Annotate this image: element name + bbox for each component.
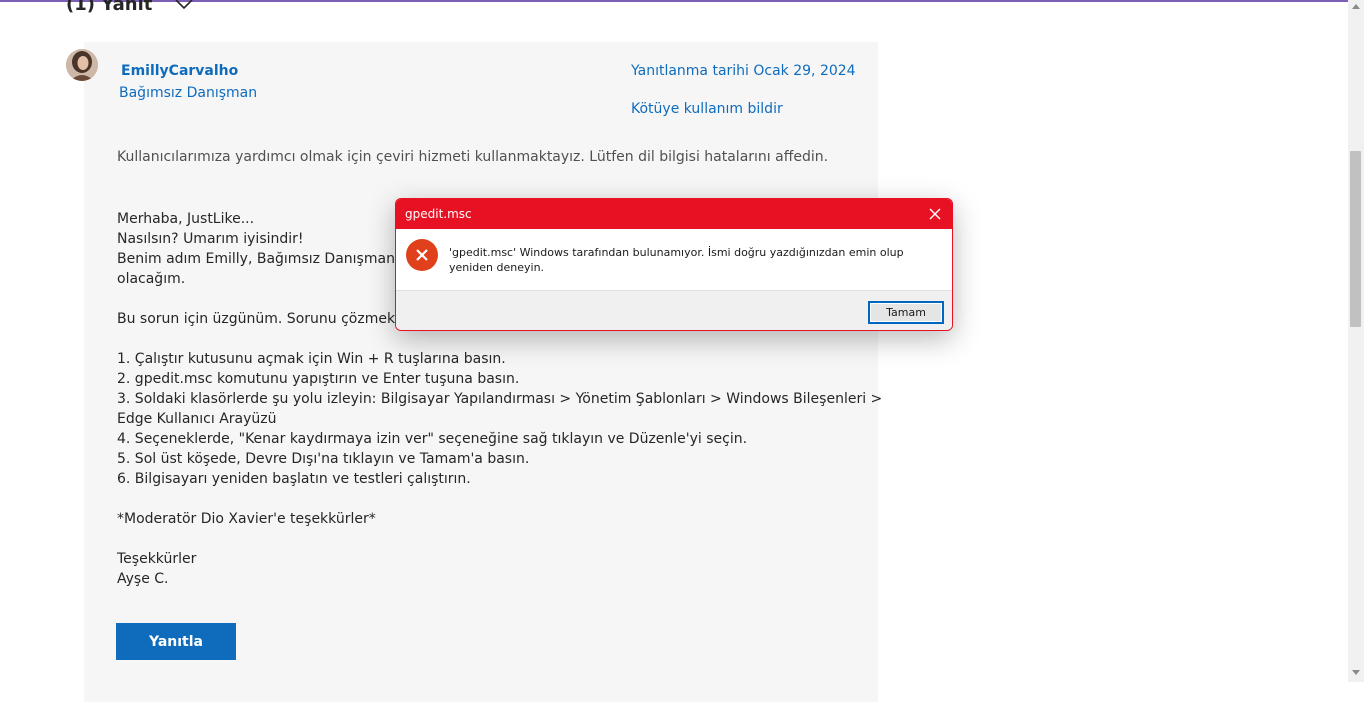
body-line (117, 489, 847, 509)
scroll-up-icon[interactable] (1352, 4, 1360, 9)
error-dialog: gpedit.msc 'gpedit.msc' Windows tarafınd… (395, 198, 953, 331)
replies-header[interactable]: (1) Yanıt (66, 0, 194, 16)
body-line (117, 529, 847, 549)
body-line: Ayşe C. (117, 571, 169, 587)
top-accent-line (0, 0, 1364, 2)
replies-count-label: (1) Yanıt (66, 0, 153, 15)
reply-date: Yanıtlanma tarihi Ocak 29, 2024 (631, 63, 856, 79)
body-line (117, 329, 847, 349)
author-name[interactable]: EmillyCarvalho (121, 63, 238, 79)
scrollbar-thumb[interactable] (1350, 151, 1361, 327)
report-abuse-link[interactable]: Kötüye kullanım bildir (631, 101, 783, 117)
reply-button[interactable]: Yanıtla (116, 623, 236, 660)
dialog-footer: Tamam (396, 290, 952, 330)
body-line: Edge Kullanıcı Arayüzü (117, 411, 277, 427)
body-line: 1. Çalıştır kutusunu açmak için Win + R … (117, 351, 506, 367)
body-line: 4. Seçeneklerde, "Kenar kaydırmaya izin … (117, 431, 748, 447)
page-scrollbar[interactable] (1348, 0, 1364, 682)
body-line: *Moderatör Dio Xavier'e teşekkürler* (117, 511, 376, 527)
translation-note: Kullanıcılarımıza yardımcı olmak için çe… (117, 149, 829, 165)
dialog-title-bar[interactable]: gpedit.msc (396, 199, 952, 229)
body-line: 2. gpedit.msc komutunu yapıştırın ve Ent… (117, 371, 520, 387)
dialog-message: 'gpedit.msc' Windows tarafından bulunamı… (449, 246, 904, 274)
dialog-title: gpedit.msc (405, 207, 472, 221)
close-icon[interactable] (926, 205, 944, 223)
body-line: 6. Bilgisayarı yeniden başlatın ve testl… (117, 471, 471, 487)
body-line: 5. Sol üst köşede, Devre Dışı'na tıklayı… (117, 451, 530, 467)
body-line: Teşekkürler (117, 551, 197, 567)
chevron-down-icon[interactable] (174, 0, 194, 10)
dialog-body: 'gpedit.msc' Windows tarafından bulunamı… (396, 229, 952, 290)
avatar[interactable] (66, 49, 98, 81)
ok-button[interactable]: Tamam (868, 301, 944, 324)
author-role: Bağımsız Danışman (119, 85, 258, 101)
body-line: 3. Soldaki klasörlerde şu yolu izleyin: … (117, 391, 883, 407)
error-x-icon (406, 239, 438, 271)
scroll-down-icon[interactable] (1352, 670, 1360, 675)
